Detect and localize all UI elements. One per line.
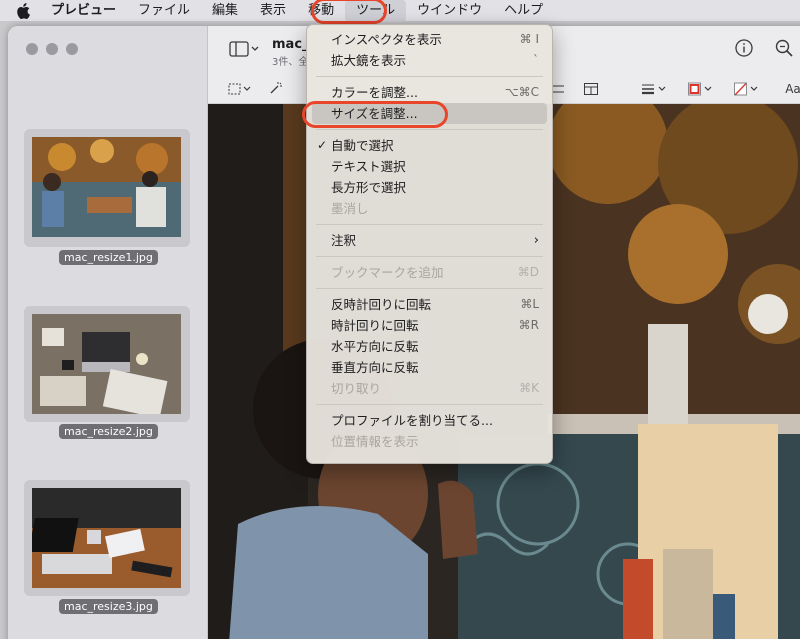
menu-item-label: 長方形で選択 [331,180,407,195]
menu-item-label: プロファイルを割り当てる... [331,413,493,428]
menu-item-label: 反時計回りに回転 [331,297,432,312]
menu-item-add-bookmark: ブックマークを追加 ⌘D [312,262,547,283]
menu-preview[interactable]: プレビュー [40,0,127,22]
menu-item-rotate-right[interactable]: 時計回りに回転 ⌘R [312,315,547,336]
menu-item-label: 時計回りに回転 [331,318,419,333]
apple-menu[interactable] [0,2,40,19]
menu-item-shortcut: ⌥⌘C [504,85,539,99]
menu-separator [316,256,543,257]
thumbnail-label-1: mac_resize1.jpg [59,250,158,265]
sidebar-icon [229,41,259,57]
menu-item-label: 自動で選択 [331,138,394,153]
text-style-icon: Aa [785,82,800,96]
menu-view[interactable]: 表示 [249,0,297,22]
close-button[interactable] [26,43,38,55]
menu-item-assign-profile[interactable]: プロファイルを割り当てる... [312,410,547,431]
menu-window[interactable]: ウインドウ [406,0,493,22]
border-color-button[interactable] [686,80,716,98]
document-title: mac_ [272,37,309,52]
menu-item-label: ブックマークを追加 [331,265,444,280]
thumbnail-2[interactable] [24,306,190,422]
menu-separator [316,129,543,130]
submenu-chevron-icon: › [533,233,539,248]
menu-item-redact: 墨消し [312,198,547,219]
menu-go[interactable]: 移動 [297,0,345,22]
instant-alpha-button[interactable] [266,80,284,98]
fill-color-icon [734,82,758,96]
tools-dropdown-menu: インスペクタを表示 ⌘ I 拡大鏡を表示 ` カラーを調整... ⌥⌘C サイズを調整… [306,24,553,464]
text-style-button[interactable]: Aa [780,80,800,98]
thumbnail-3[interactable] [24,480,190,596]
thumbnail-image-1 [32,137,181,237]
menu-item-label: テキスト選択 [331,159,406,174]
thumbnail-label-3: mac_resize3.jpg [59,599,158,614]
menu-item-auto-select[interactable]: ✓ 自動で選択 [312,135,547,156]
menu-item-label: サイズを調整... [331,106,418,121]
menu-item-rotate-left[interactable]: 反時計回りに回転 ⌘L [312,294,547,315]
menu-help[interactable]: ヘルプ [493,0,554,22]
selection-tool-button[interactable] [226,80,256,98]
thumbnail-image-2 [32,314,181,414]
menu-bar: プレビュー ファイル 編集 表示 移動 ツール ウインドウ ヘルプ [0,0,800,22]
checkmark-icon: ✓ [317,138,328,152]
thumbnail-image-3 [32,488,181,588]
info-button[interactable] [732,36,756,60]
menu-item-label: 水平方向に反転 [331,339,419,354]
fill-color-button[interactable] [732,80,762,98]
menu-item-show-magnifier[interactable]: 拡大鏡を表示 ` [312,50,547,71]
menu-item-label: 拡大鏡を表示 [331,53,407,68]
menu-item-shortcut: ` [533,53,539,67]
menu-item-shortcut: ⌘D [517,265,539,279]
border-color-icon [688,82,712,96]
apple-icon [17,2,30,19]
menu-item-label: 注釈 [331,233,357,248]
page-layout-button[interactable] [582,80,600,98]
sidebar-toggle-button[interactable] [226,38,262,60]
info-icon [735,39,753,57]
sliders-icon [552,85,564,93]
thumbnail-sidebar: mac_resize1.jpg mac_resize2.jpg mac_resi… [8,26,208,639]
minimize-button[interactable] [46,43,58,55]
thumbnail-1[interactable] [24,129,190,247]
window-controls [26,43,78,55]
layout-icon [584,83,598,95]
menu-item-label: 位置情報を表示 [331,434,419,449]
search-icon [775,39,793,57]
menu-item-adjust-color[interactable]: カラーを調整... ⌥⌘C [312,82,547,103]
line-style-icon [642,84,666,95]
menu-item-adjust-size[interactable]: サイズを調整... [312,103,547,124]
menu-edit[interactable]: 編集 [201,0,249,22]
rectangle-selection-icon [228,83,251,95]
menu-item-flip-vertical[interactable]: 垂直方向に反転 [312,357,547,378]
zoom-search-button[interactable] [772,36,796,60]
thumbnail-label-2: mac_resize2.jpg [59,424,158,439]
menu-item-show-inspector[interactable]: インスペクタを表示 ⌘ I [312,29,547,50]
document-subtitle: 3件、全 [272,57,309,68]
menu-separator [316,224,543,225]
menu-separator [316,404,543,405]
menu-item-shortcut: ⌘R [518,318,539,332]
menu-file[interactable]: ファイル [127,0,201,22]
magic-wand-icon [270,82,282,94]
menu-item-shortcut: ⌘K [519,381,539,395]
menu-item-rectangle-select[interactable]: 長方形で選択 [312,177,547,198]
menu-item-label: 切り取り [331,381,382,396]
menu-item-label: カラーを調整... [331,85,418,100]
menu-item-show-location: 位置情報を表示 [312,431,547,452]
menu-tools[interactable]: ツール [345,0,407,22]
menu-item-shortcut: ⌘L [520,297,539,311]
menu-item-label: 垂直方向に反転 [331,360,419,375]
zoom-button[interactable] [66,43,78,55]
menu-separator [316,76,543,77]
menu-item-label: インスペクタを表示 [331,32,442,47]
menu-item-flip-horizontal[interactable]: 水平方向に反転 [312,336,547,357]
menu-item-text-select[interactable]: テキスト選択 [312,156,547,177]
line-style-button[interactable] [640,80,670,98]
menu-item-shortcut: ⌘ I [519,32,539,46]
menu-item-label: 墨消し [331,201,369,216]
menu-item-crop: 切り取り ⌘K [312,378,547,399]
menu-item-annotate[interactable]: 注釈 › [312,230,547,251]
menu-separator [316,288,543,289]
